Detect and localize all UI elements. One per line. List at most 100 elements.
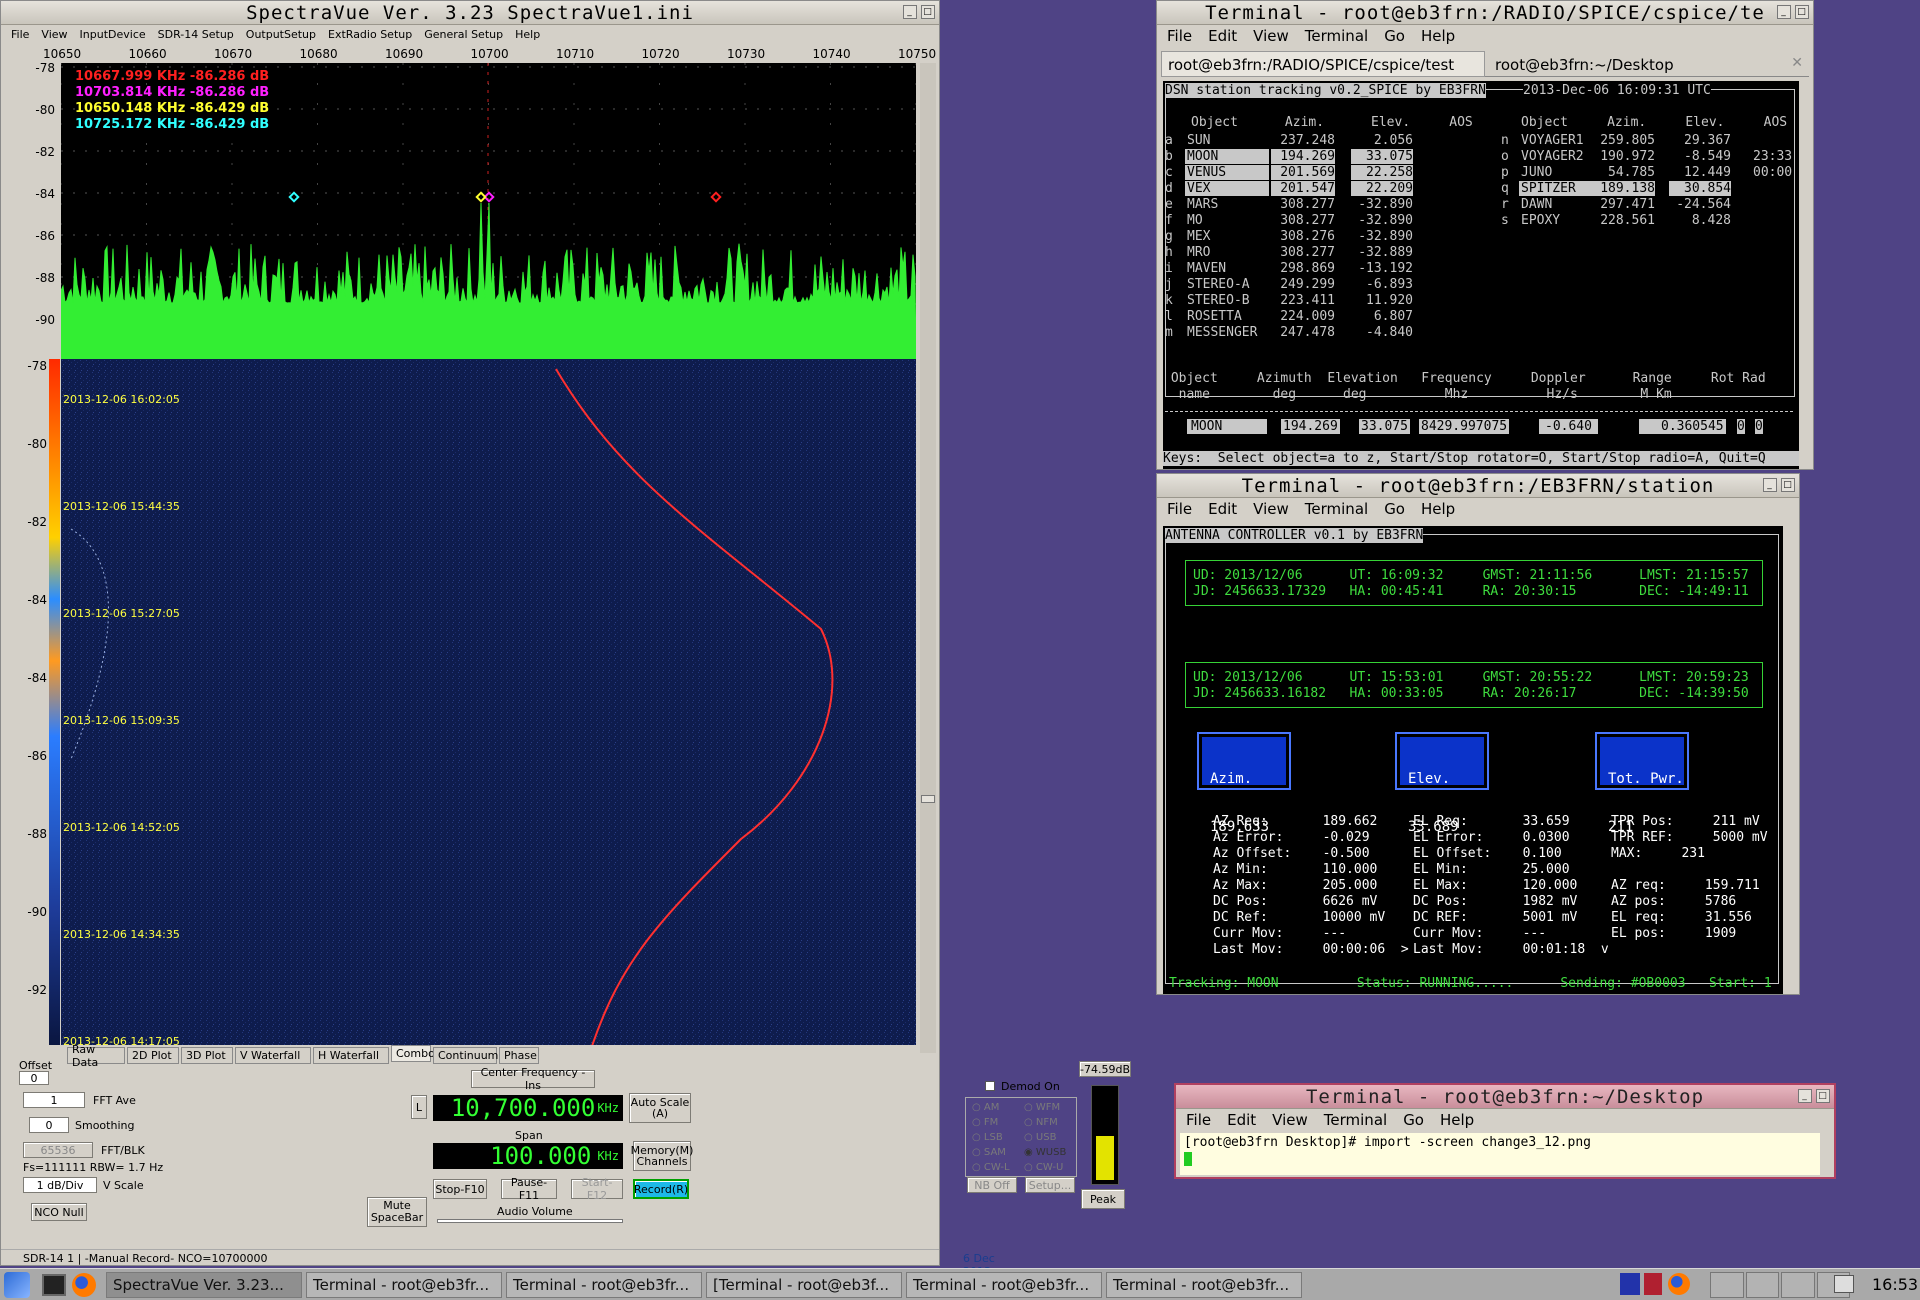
minimize-icon[interactable]: _ <box>1777 5 1791 19</box>
menu-item[interactable]: Edit <box>1227 1111 1256 1129</box>
mute-button[interactable]: Mute SpaceBar <box>367 1197 427 1227</box>
menu-item[interactable]: Terminal <box>1305 500 1368 518</box>
taskbar-item[interactable]: Terminal - root@eb3fr... <box>906 1271 1102 1298</box>
object-name[interactable]: MAVEN <box>1185 261 1269 276</box>
mode-radio-am[interactable]: ○ AM <box>972 1102 999 1113</box>
spectravue-titlebar[interactable]: SpectraVue Ver. 3.23 SpectraVue1.ini _ □ <box>1 1 939 25</box>
taskbar-item[interactable]: Terminal - root@eb3fr... <box>1106 1271 1302 1298</box>
menu-item[interactable]: Edit <box>1208 27 1237 45</box>
mode-radio-fm[interactable]: ○ FM <box>972 1117 998 1128</box>
tab-continuum[interactable]: Continuum <box>433 1047 498 1064</box>
tab-v-waterfall[interactable]: V Waterfall <box>235 1047 311 1064</box>
auto-scale-button[interactable]: Auto Scale (A) <box>629 1093 691 1123</box>
object-name[interactable]: MEX <box>1185 229 1269 244</box>
maximize-icon[interactable]: □ <box>1781 478 1795 492</box>
maximize-icon[interactable]: □ <box>1816 1089 1830 1103</box>
tray-terminal-icon[interactable] <box>1644 1273 1662 1295</box>
pause-button[interactable]: Pause-F11 <box>501 1176 557 1202</box>
tray-firefox-icon[interactable] <box>1668 1273 1690 1295</box>
object-name[interactable]: VENUS <box>1185 165 1269 180</box>
menu-item[interactable]: File <box>1186 1111 1211 1129</box>
offset-input[interactable]: 0 <box>19 1071 49 1085</box>
object-name[interactable]: JUNO <box>1519 165 1595 180</box>
taskbar-item[interactable]: Terminal - root@eb3fr... <box>306 1271 502 1298</box>
minimize-icon[interactable]: _ <box>1798 1089 1812 1103</box>
smoothing-input[interactable]: 0 <box>29 1117 69 1133</box>
stop-button[interactable]: Stop-F10 <box>433 1179 487 1199</box>
demod-checkbox[interactable] <box>985 1081 995 1091</box>
menu-item[interactable]: SDR-14 Setup <box>158 28 234 41</box>
object-name[interactable]: MO <box>1185 213 1269 228</box>
object-name[interactable]: MESSENGER <box>1185 325 1269 340</box>
object-name[interactable]: EPOXY <box>1519 213 1595 228</box>
mode-radio-wusb[interactable]: ◉ WUSB <box>1024 1147 1066 1158</box>
menu-item[interactable]: View <box>1272 1111 1308 1129</box>
tab-h-waterfall[interactable]: H Waterfall <box>313 1047 389 1064</box>
span-display[interactable]: 100.000 KHz <box>433 1142 623 1170</box>
record-button[interactable]: Record(R) <box>633 1179 689 1199</box>
minimize-icon[interactable]: _ <box>903 5 917 19</box>
workspace-pager[interactable] <box>1710 1272 1850 1298</box>
mode-radio-lsb[interactable]: ○ LSB <box>972 1132 1003 1143</box>
fft-ave-input[interactable]: 1 <box>23 1092 85 1108</box>
tab-desktop[interactable]: root@eb3frn:~/Desktop <box>1489 53 1789 77</box>
object-name[interactable]: SPITZER <box>1519 181 1595 196</box>
object-name[interactable]: MARS <box>1185 197 1269 212</box>
show-desktop-icon[interactable] <box>1834 1275 1854 1293</box>
peak-button[interactable]: Peak <box>1081 1189 1125 1209</box>
menu-item[interactable]: Go <box>1403 1111 1424 1129</box>
tab-phase[interactable]: Phase <box>499 1047 539 1064</box>
maximize-icon[interactable]: □ <box>921 5 935 19</box>
tray-spectravue-icon[interactable] <box>1620 1273 1640 1295</box>
terminal-dsn-titlebar[interactable]: Terminal - root@eb3frn:/RADIO/SPICE/cspi… <box>1157 1 1813 25</box>
menu-item[interactable]: File <box>1167 27 1192 45</box>
menu-item[interactable]: File <box>11 28 29 41</box>
menu-item[interactable]: Help <box>1421 500 1455 518</box>
mode-radio-cw-l[interactable]: ○ CW-L <box>972 1162 1010 1173</box>
menu-item[interactable]: File <box>1167 500 1192 518</box>
l-button[interactable]: L <box>411 1095 427 1119</box>
terminal-desktop-titlebar[interactable]: Terminal - root@eb3frn:~/Desktop _ □ <box>1176 1085 1834 1109</box>
firefox-launcher-icon[interactable] <box>72 1272 96 1297</box>
reference-slider-thumb[interactable] <box>921 795 935 803</box>
object-name[interactable]: VOYAGER2 <box>1519 149 1595 164</box>
menu-item[interactable]: Help <box>1440 1111 1474 1129</box>
terminal-antenna-titlebar[interactable]: Terminal - root@eb3frn:/EB3FRN/station _… <box>1157 474 1799 498</box>
start-menu-icon[interactable] <box>4 1271 30 1298</box>
object-name[interactable]: DAWN <box>1519 197 1595 212</box>
terminal-dsn-screen[interactable]: DSN station tracking v0.2_SPICE by EB3FR… <box>1163 81 1799 469</box>
reference-slider[interactable] <box>920 63 936 1053</box>
taskbar-item[interactable]: Terminal - root@eb3fr... <box>506 1271 702 1298</box>
maximize-icon[interactable]: □ <box>1795 5 1809 19</box>
object-name[interactable]: MOON <box>1185 149 1269 164</box>
tab-cspice[interactable]: root@eb3frn:/RADIO/SPICE/cspice/test <box>1161 51 1485 77</box>
taskbar-item[interactable]: [Terminal - root@eb3f... <box>706 1271 902 1298</box>
center-frequency-display[interactable]: 10,700.000 KHz <box>433 1094 623 1122</box>
close-tab-icon[interactable]: ✕ <box>1791 55 1803 71</box>
minimize-icon[interactable]: _ <box>1763 478 1777 492</box>
mode-radio-nfm[interactable]: ○ NFM <box>1024 1117 1058 1128</box>
menu-item[interactable]: View <box>1253 500 1289 518</box>
menu-item[interactable]: Terminal <box>1305 27 1368 45</box>
tab-3d-plot[interactable]: 3D Plot <box>181 1047 233 1064</box>
terminal-desktop-screen[interactable]: [root@eb3frn Desktop]# import -screen ch… <box>1180 1133 1820 1175</box>
terminal-launcher-icon[interactable] <box>42 1273 66 1296</box>
menu-item[interactable]: Help <box>515 28 540 41</box>
taskbar-item[interactable]: SpectraVue Ver. 3.23... <box>106 1271 302 1298</box>
tab-raw-data[interactable]: Raw Data <box>67 1043 125 1069</box>
nco-null-button[interactable]: NCO Null <box>31 1203 87 1221</box>
mode-radio-sam[interactable]: ○ SAM <box>972 1147 1006 1158</box>
mode-radio-cw-u[interactable]: ○ CW-U <box>1024 1162 1063 1173</box>
menu-item[interactable]: View <box>41 28 67 41</box>
object-name[interactable]: VEX <box>1185 181 1269 196</box>
menu-item[interactable]: Edit <box>1208 500 1237 518</box>
mode-radio-usb[interactable]: ○ USB <box>1024 1132 1056 1143</box>
vscale-select[interactable]: 1 dB/Div <box>23 1177 97 1193</box>
setup-button[interactable]: Setup... <box>1025 1177 1075 1193</box>
menu-item[interactable]: OutputSetup <box>246 28 316 41</box>
menu-item[interactable]: Go <box>1384 500 1405 518</box>
memory-channels-button[interactable]: Memory(M) Channels <box>631 1141 693 1171</box>
object-name[interactable]: ROSETTA <box>1185 309 1269 324</box>
tab-combo[interactable]: Combo <box>391 1045 435 1062</box>
fft-blk-select[interactable]: 65536 <box>23 1142 93 1158</box>
